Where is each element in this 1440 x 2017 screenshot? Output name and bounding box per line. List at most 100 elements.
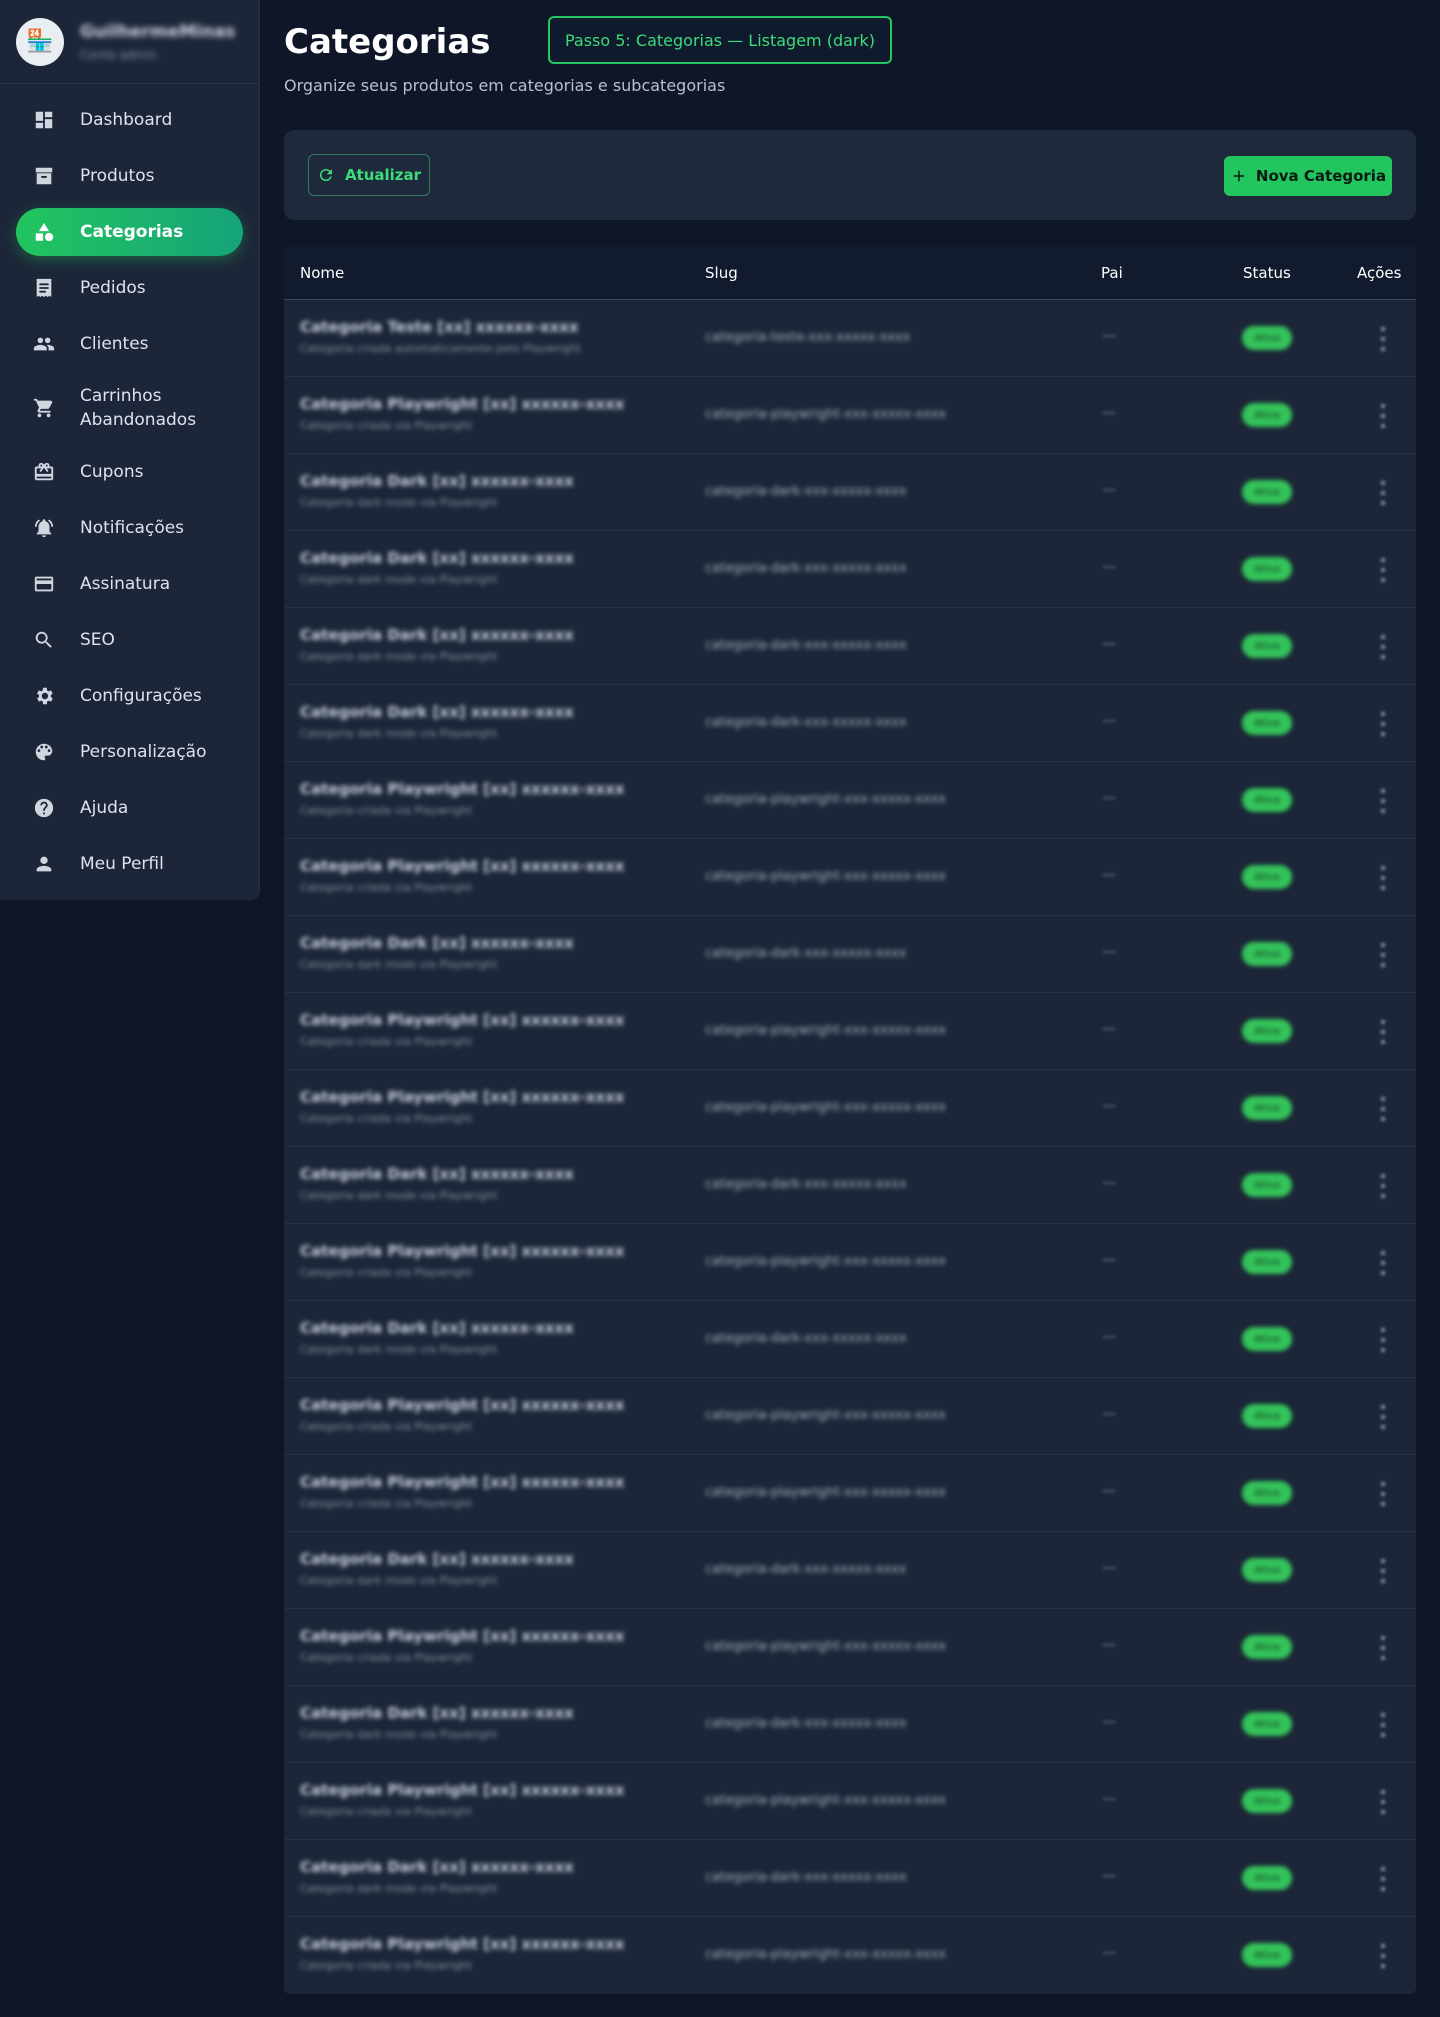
- category-description: Categoria criada automaticamente pelo Pl…: [300, 342, 581, 355]
- sidebar-item-label: Configurações: [80, 686, 202, 706]
- more-actions-icon[interactable]: [1378, 1636, 1388, 1660]
- table-body: Categoria Teste [xx] xxxxxx-xxxx Categori…: [284, 300, 1416, 1994]
- sidebar-item-notificacoes[interactable]: Notificações: [16, 504, 243, 552]
- status-badge: Ativa: [1242, 1558, 1292, 1582]
- category-slug: categoria-dark-xxx-xxxxx-xxxx: [705, 638, 907, 653]
- sidebar-item-produtos[interactable]: Produtos: [16, 152, 243, 200]
- category-parent: —: [1102, 1714, 1116, 1730]
- table-row[interactable]: Categoria Playwright [xx] xxxxxx-xxxx Cat…: [284, 377, 1416, 454]
- sidebar-item-label: Categorias: [80, 222, 184, 242]
- table-row[interactable]: Categoria Dark [xx] xxxxxx-xxxx Categoria…: [284, 1840, 1416, 1917]
- more-actions-icon[interactable]: [1378, 1559, 1388, 1583]
- more-actions-icon[interactable]: [1378, 1251, 1388, 1275]
- sidebar-item-meu-perfil[interactable]: Meu Perfil: [16, 840, 243, 888]
- more-actions-icon[interactable]: [1378, 1713, 1388, 1737]
- table-row[interactable]: Categoria Dark [xx] xxxxxx-xxxx Categoria…: [284, 531, 1416, 608]
- search-icon: [32, 628, 56, 652]
- table-row[interactable]: Categoria Playwright [xx] xxxxxx-xxxx Cat…: [284, 839, 1416, 916]
- more-actions-icon[interactable]: [1378, 327, 1388, 351]
- more-actions-icon[interactable]: [1378, 1097, 1388, 1121]
- category-name: Categoria Playwright [xx] xxxxxx-xxxx: [300, 1473, 625, 1491]
- table-row[interactable]: Categoria Playwright [xx] xxxxxx-xxxx Cat…: [284, 1070, 1416, 1147]
- category-description: Categoria criada via Playwright: [300, 1651, 473, 1664]
- table-row[interactable]: Categoria Dark [xx] xxxxxx-xxxx Categoria…: [284, 454, 1416, 531]
- sidebar: 🏪 GuilhermeMinas Conta admin Dashboard P…: [0, 0, 260, 900]
- gear-icon: [32, 684, 56, 708]
- table-row[interactable]: Categoria Dark [xx] xxxxxx-xxxx Categoria…: [284, 1532, 1416, 1609]
- category-name: Categoria Dark [xx] xxxxxx-xxxx: [300, 1858, 574, 1876]
- more-actions-icon[interactable]: [1378, 1405, 1388, 1429]
- more-actions-icon[interactable]: [1378, 635, 1388, 659]
- more-actions-icon[interactable]: [1378, 1944, 1388, 1968]
- status-badge: Ativa: [1242, 1173, 1292, 1197]
- category-name: Categoria Dark [xx] xxxxxx-xxxx: [300, 549, 574, 567]
- category-description: Categoria dark mode via Playwright: [300, 1189, 498, 1202]
- category-name-cell: Categoria Playwright [xx] xxxxxx-xxxx Cat…: [300, 1781, 624, 1818]
- category-name-cell: Categoria Dark [xx] xxxxxx-xxxx Categoria…: [300, 934, 574, 971]
- sidebar-item-carrinhos-abandonados[interactable]: Carrinhos Abandonados: [16, 376, 243, 440]
- sidebar-item-configuracoes[interactable]: Configurações: [16, 672, 243, 720]
- more-actions-icon[interactable]: [1378, 1174, 1388, 1198]
- more-actions-icon[interactable]: [1378, 1020, 1388, 1044]
- sidebar-item-personalizacao[interactable]: Personalização: [16, 728, 243, 776]
- table-row[interactable]: Categoria Playwright [xx] xxxxxx-xxxx Cat…: [284, 762, 1416, 839]
- category-name-cell: Categoria Dark [xx] xxxxxx-xxxx Categoria…: [300, 626, 574, 663]
- sidebar-item-seo[interactable]: SEO: [16, 616, 243, 664]
- table-row[interactable]: Categoria Playwright [xx] xxxxxx-xxxx Cat…: [284, 1378, 1416, 1455]
- column-header-slug[interactable]: Slug: [705, 264, 738, 282]
- more-actions-icon[interactable]: [1378, 789, 1388, 813]
- column-header-pai[interactable]: Pai: [1101, 264, 1123, 282]
- status-badge: Ativa: [1242, 1943, 1292, 1967]
- table-row[interactable]: Categoria Dark [xx] xxxxxx-xxxx Categoria…: [284, 916, 1416, 993]
- brand-header[interactable]: 🏪 GuilhermeMinas Conta admin: [0, 0, 259, 84]
- column-header-acoes: Ações: [1357, 263, 1402, 282]
- new-category-button[interactable]: Nova Categoria: [1224, 156, 1392, 196]
- more-actions-icon[interactable]: [1378, 1482, 1388, 1506]
- sidebar-item-cupons[interactable]: Cupons: [16, 448, 243, 496]
- category-description: Categoria criada via Playwright: [300, 1959, 473, 1972]
- table-row[interactable]: Categoria Playwright [xx] xxxxxx-xxxx Cat…: [284, 1609, 1416, 1686]
- more-actions-icon[interactable]: [1378, 943, 1388, 967]
- sidebar-item-clientes[interactable]: Clientes: [16, 320, 243, 368]
- table-row[interactable]: Categoria Playwright [xx] xxxxxx-xxxx Cat…: [284, 1224, 1416, 1301]
- sidebar-item-label: Assinatura: [80, 574, 171, 594]
- refresh-label: Atualizar: [344, 166, 422, 184]
- category-parent: —: [1102, 328, 1116, 344]
- more-actions-icon[interactable]: [1378, 481, 1388, 505]
- column-header-nome[interactable]: Nome: [300, 264, 344, 282]
- category-slug: categoria-playwright-xxx-xxxxx-xxxx: [705, 1639, 947, 1654]
- sidebar-item-categorias[interactable]: Categorias: [16, 208, 243, 256]
- status-badge: Ativa: [1242, 1481, 1292, 1505]
- sidebar-item-label: Dashboard: [80, 110, 173, 130]
- table-row[interactable]: Categoria Playwright [xx] xxxxxx-xxxx Cat…: [284, 993, 1416, 1070]
- category-slug: categoria-playwright-xxx-xxxxx-xxxx: [705, 1254, 947, 1269]
- more-actions-icon[interactable]: [1378, 1328, 1388, 1352]
- more-actions-icon[interactable]: [1378, 1867, 1388, 1891]
- table-row[interactable]: Categoria Playwright [xx] xxxxxx-xxxx Cat…: [284, 1763, 1416, 1840]
- table-row[interactable]: Categoria Dark [xx] xxxxxx-xxxx Categoria…: [284, 1147, 1416, 1224]
- table-row[interactable]: Categoria Dark [xx] xxxxxx-xxxx Categoria…: [284, 1301, 1416, 1378]
- sidebar-item-ajuda[interactable]: Ajuda: [16, 784, 243, 832]
- page-subtitle: Organize seus produtos em categorias e s…: [284, 76, 726, 95]
- table-row[interactable]: Categoria Teste [xx] xxxxxx-xxxx Categori…: [284, 300, 1416, 377]
- category-description: Categoria dark mode via Playwright: [300, 958, 498, 971]
- table-row[interactable]: Categoria Dark [xx] xxxxxx-xxxx Categoria…: [284, 1686, 1416, 1763]
- archive-icon: [32, 164, 56, 188]
- column-header-status[interactable]: Status: [1243, 264, 1291, 282]
- more-actions-icon[interactable]: [1378, 404, 1388, 428]
- refresh-button[interactable]: Atualizar: [308, 154, 430, 196]
- table-row[interactable]: Categoria Dark [xx] xxxxxx-xxxx Categoria…: [284, 608, 1416, 685]
- table-row[interactable]: Categoria Dark [xx] xxxxxx-xxxx Categoria…: [284, 685, 1416, 762]
- table-row[interactable]: Categoria Playwright [xx] xxxxxx-xxxx Cat…: [284, 1455, 1416, 1532]
- sidebar-item-pedidos[interactable]: Pedidos: [16, 264, 243, 312]
- sidebar-item-assinatura[interactable]: Assinatura: [16, 560, 243, 608]
- table-row[interactable]: Categoria Playwright [xx] xxxxxx-xxxx Cat…: [284, 1917, 1416, 1994]
- more-actions-icon[interactable]: [1378, 712, 1388, 736]
- category-description: Categoria criada via Playwright: [300, 881, 473, 894]
- more-actions-icon[interactable]: [1378, 866, 1388, 890]
- brand-name: GuilhermeMinas: [80, 21, 236, 42]
- category-parent: —: [1102, 1098, 1116, 1114]
- more-actions-icon[interactable]: [1378, 1790, 1388, 1814]
- more-actions-icon[interactable]: [1378, 558, 1388, 582]
- sidebar-item-dashboard[interactable]: Dashboard: [16, 96, 243, 144]
